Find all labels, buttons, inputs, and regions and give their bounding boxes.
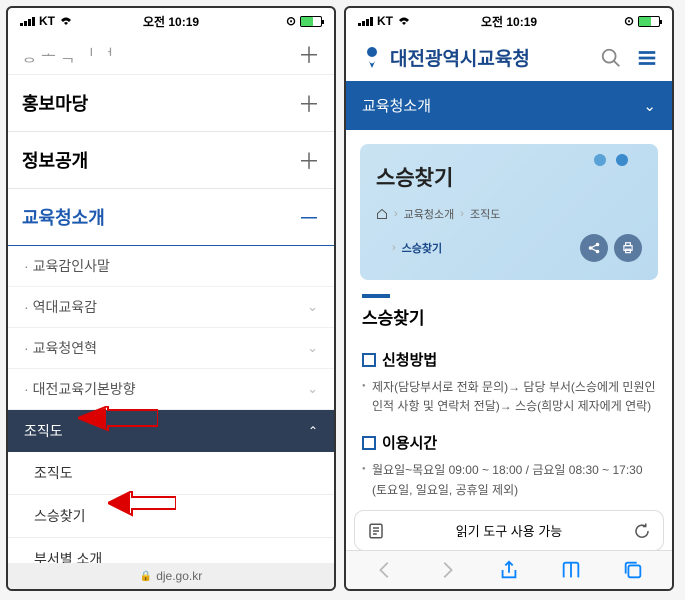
square-bullet-icon [362,436,376,450]
plus-icon: ＋ [298,144,320,176]
safari-toolbar [346,550,672,589]
print-button[interactable] [614,234,642,262]
subsub-label: 스승찾기 [34,508,86,524]
alarm-icon: ⊙ [624,14,634,28]
sub-item-greeting[interactable]: 교육감인사말 [8,246,334,287]
breadcrumb: › 교육청소개 › 조직도 › 스승찾기 [376,206,642,262]
truncated-label: ᆼ ᅩ ᆨ ᅵ ᅥ [22,42,113,66]
sub-item-chronicle[interactable]: 교육청연혁 ⌄ [8,328,334,369]
plus-icon: ＋ [298,87,320,119]
info-section-method: 신청방법 제자(담당부서로 전화 문의)→ 담당 부서(스승에게 민원인 인적 … [362,349,656,416]
signal-icon [20,17,35,26]
subsection-org[interactable]: 조직도 ⌃ [8,410,334,452]
battery-icon [300,16,322,27]
wifi-icon [59,16,73,26]
tabs-icon[interactable] [622,559,644,581]
phone-right: KT 오전 10:19 ⊙ 대전광역시교육청 교육청소개 ⌄ [344,6,674,591]
sub-label: 교육청연혁 [24,338,97,358]
status-time: 오전 10:19 [121,13,222,30]
status-time: 오전 10:19 [459,13,560,30]
breadcrumb-item[interactable]: 조직도 [470,206,500,222]
breadcrumb-current: 스승찾기 [402,240,442,256]
subsub-label: 조직도 [34,465,73,481]
reload-icon[interactable] [633,522,651,540]
section-label: 정보공개 [22,147,88,173]
section-label: 교육청소개 [22,204,105,230]
bookmarks-icon[interactable] [560,559,582,581]
subsub-org[interactable]: 조직도 [8,452,334,495]
square-bullet-icon [362,353,376,367]
section-jeonbo[interactable]: 정보공개 ＋ [8,132,334,189]
info-title: 신청방법 [382,349,437,370]
url-text: dje.go.kr [156,569,202,583]
safari-url-bar[interactable]: 🔒 dje.go.kr [8,563,334,589]
info-section-time: 이용시간 월요일~목요일 09:00 ~ 18:00 / 금요일 08:30 ~… [362,432,656,499]
carrier-label: KT [39,14,55,28]
sub-label: 대전교육기본방향 [24,379,136,399]
back-icon[interactable] [374,559,396,581]
expand-icon[interactable]: ＋ [298,38,320,70]
section-hongbo[interactable]: 홍보마당 ＋ [8,75,334,132]
signal-icon [358,17,373,26]
forward-icon[interactable] [436,559,458,581]
subsub-teacher-find[interactable]: 스승찾기 [8,495,334,538]
content-title: 스승찾기 [362,304,656,329]
site-logo[interactable]: 대전광역시교육청 [360,44,530,71]
nav-label: 교육청소개 [362,95,431,116]
info-title: 이용시간 [382,432,437,453]
logo-icon [360,46,384,70]
search-icon[interactable] [600,47,622,69]
share-button[interactable] [580,234,608,262]
annotation-arrow-icon [108,491,176,517]
info-text: 제자(담당부서로 전화 문의)→ 담당 부서(스승에게 민원인 인적 사항 및 … [362,378,656,416]
chevron-up-icon: ⌃ [308,424,318,438]
reader-text: 읽기 도구 사용 가능 [456,521,563,540]
page-title: 스승찾기 [376,162,642,192]
home-icon[interactable] [376,208,388,220]
sub-label: 역대교육감 [24,297,97,317]
main-content: 스승찾기 신청방법 제자(담당부서로 전화 문의)→ 담당 부서(스승에게 민원… [346,294,672,500]
share-icon[interactable] [498,559,520,581]
sub-item-direction[interactable]: 대전교육기본방향 ⌄ [8,369,334,410]
carrier-label: KT [377,14,393,28]
minus-icon: － [298,201,320,233]
tab-indicator [362,294,390,298]
subsection-label: 조직도 [24,421,63,441]
chevron-down-icon: ⌄ [307,381,318,397]
chevron-down-icon: ⌄ [307,299,318,315]
sub-item-history[interactable]: 역대교육감 ⌄ [8,287,334,328]
sub-label: 교육감인사말 [24,256,110,276]
category-nav[interactable]: 교육청소개 ⌄ [346,81,672,130]
wifi-icon [397,16,411,26]
hamburger-icon[interactable] [636,47,658,69]
status-bar: KT 오전 10:19 ⊙ [8,8,334,34]
lock-icon: 🔒 [140,571,152,582]
truncated-nav: ᆼ ᅩ ᆨ ᅵ ᅥ ＋ [8,34,334,75]
battery-icon [638,16,660,27]
site-header: 대전광역시교육청 [346,34,672,81]
section-intro[interactable]: 교육청소개 － [8,189,334,246]
logo-text: 대전광역시교육청 [390,44,530,71]
chevron-down-icon: ⌄ [643,97,656,115]
hero-banner: 스승찾기 › 교육청소개 › 조직도 › 스승찾기 [360,144,658,280]
breadcrumb-item[interactable]: 교육청소개 [404,206,455,222]
reader-icon [367,522,385,540]
phone-left: KT 오전 10:19 ⊙ ᆼ ᅩ ᆨ ᅵ ᅥ ＋ 홍보마당 ＋ 정보공개 ＋ … [6,6,336,591]
annotation-arrow-icon [78,406,158,436]
hero-decoration [594,154,628,166]
alarm-icon: ⊙ [286,14,296,28]
reader-mode-bar[interactable]: 읽기 도구 사용 가능 [354,510,664,551]
status-bar: KT 오전 10:19 ⊙ [346,8,672,34]
chevron-down-icon: ⌄ [307,340,318,356]
section-label: 홍보마당 [22,90,88,116]
info-text: 월요일~목요일 09:00 ~ 18:00 / 금요일 08:30 ~ 17:3… [362,461,656,499]
